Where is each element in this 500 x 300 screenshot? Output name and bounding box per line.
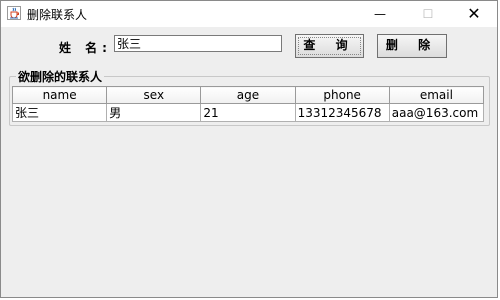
delete-button-label: 删 除 <box>385 38 439 52</box>
java-cup-icon <box>7 6 21 20</box>
column-header-sex[interactable]: sex <box>106 86 202 104</box>
delete-button[interactable]: 删 除 <box>377 34 447 58</box>
cell-age[interactable]: 21 <box>200 103 296 122</box>
focus-ring <box>298 37 361 55</box>
group-title: 欲删除的联系人 <box>16 68 105 85</box>
column-header-name[interactable]: name <box>11 86 108 104</box>
title-bar[interactable]: 删除联系人 — ☐ ✕ <box>1 1 497 27</box>
minimize-button[interactable]: — <box>357 1 403 27</box>
delete-contact-window: 删除联系人 — ☐ ✕ 姓 名: 查 询 删 除 欲删除的联系人 name se… <box>0 0 498 298</box>
maximize-button[interactable]: ☐ <box>405 1 451 27</box>
cell-email[interactable]: aaa@163.com <box>388 103 485 122</box>
table-header-row: name sex age phone email <box>11 86 485 104</box>
close-button[interactable]: ✕ <box>451 1 497 27</box>
window-title: 删除联系人 <box>27 8 88 22</box>
name-label: 姓 名: <box>59 41 112 55</box>
query-button[interactable]: 查 询 <box>295 34 364 58</box>
table-row[interactable]: 张三 男 21 13312345678 aaa@163.com <box>11 103 485 122</box>
name-input[interactable] <box>114 35 282 52</box>
column-header-age[interactable]: age <box>200 86 296 104</box>
column-header-email[interactable]: email <box>388 86 485 104</box>
cell-sex[interactable]: 男 <box>106 103 202 122</box>
column-header-phone[interactable]: phone <box>294 86 390 104</box>
cell-phone[interactable]: 13312345678 <box>294 103 390 122</box>
cell-name[interactable]: 张三 <box>11 103 108 122</box>
contact-table[interactable]: name sex age phone email 张三 男 21 1331234… <box>11 86 485 122</box>
